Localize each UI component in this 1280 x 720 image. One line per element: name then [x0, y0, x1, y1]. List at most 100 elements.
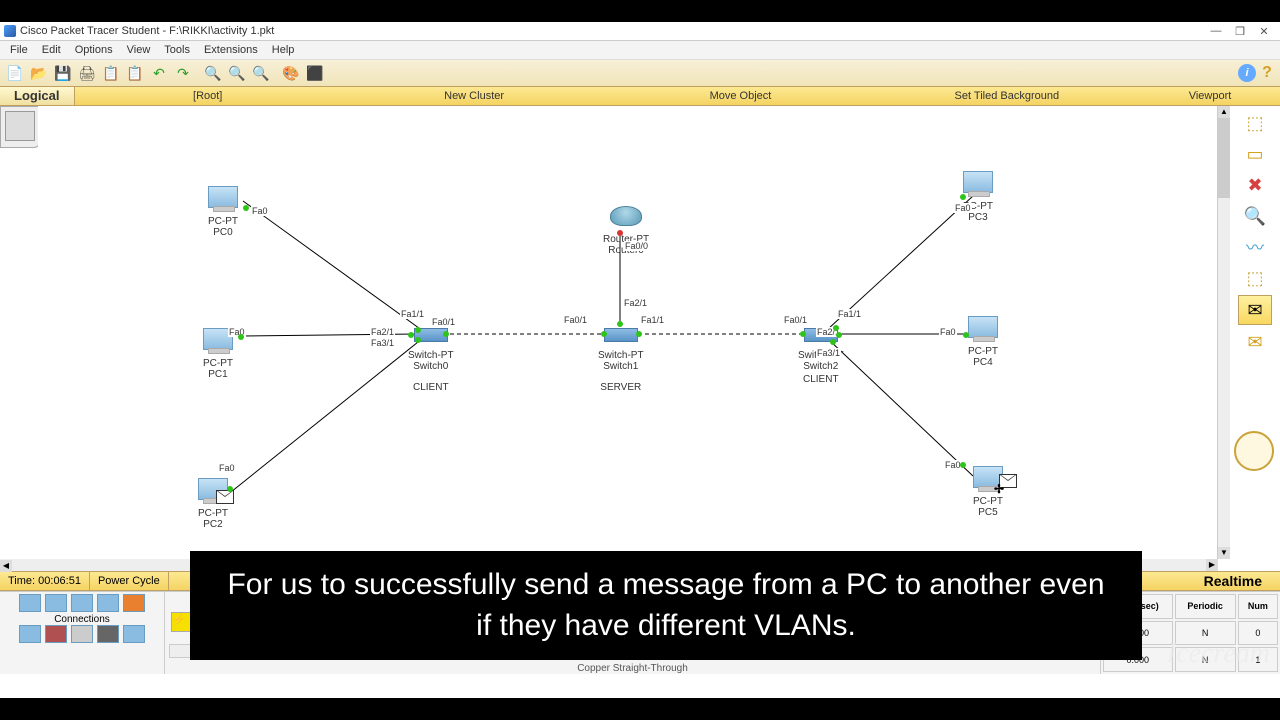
- inspect-tool-icon[interactable]: 🔍: [1239, 202, 1271, 230]
- redo-icon[interactable]: ↷: [172, 62, 194, 84]
- move-object-button[interactable]: Move Object: [607, 90, 873, 102]
- new-icon[interactable]: 📄: [4, 62, 26, 84]
- vertical-scrollbar[interactable]: ▲ ▼: [1217, 106, 1230, 559]
- print-icon[interactable]: 🖨: [76, 62, 98, 84]
- close-button[interactable]: ✕: [1252, 25, 1276, 38]
- device-palette: Connections: [0, 592, 165, 674]
- realtime-tab[interactable]: Realtime: [1186, 573, 1280, 589]
- maximize-button[interactable]: ❐: [1228, 25, 1252, 38]
- topology-canvas[interactable]: PC-PTPC0 Fa0 PC-PTPC1 Fa0 PC-PTPC2 Fa0: [38, 106, 1218, 559]
- delete-tool-icon[interactable]: ✖: [1239, 171, 1271, 199]
- menu-edit[interactable]: Edit: [36, 44, 67, 56]
- link-dot: [227, 486, 233, 492]
- zoom-reset-icon[interactable]: 🔍: [226, 62, 248, 84]
- sw2-name: Switch2: [803, 361, 838, 372]
- simple-pdu-icon[interactable]: ✉: [1238, 295, 1272, 325]
- zoom-out-icon[interactable]: 🔍: [250, 62, 272, 84]
- router-port: Fa0/0: [624, 241, 649, 251]
- menu-extensions[interactable]: Extensions: [198, 44, 264, 56]
- link-dot: [800, 331, 806, 337]
- sw0-type: Switch-PT: [408, 350, 454, 361]
- menu-help[interactable]: Help: [266, 44, 301, 56]
- viewport-button[interactable]: Viewport: [1140, 90, 1280, 102]
- power-cycle-button[interactable]: Power Cycle: [90, 572, 169, 590]
- device-pc2[interactable]: PC-PTPC2: [198, 478, 228, 530]
- pdu-col-periodic: Periodic: [1175, 594, 1236, 619]
- device-pc0[interactable]: PC-PTPC0: [208, 186, 238, 238]
- sw2-p3: Fa3/1: [816, 348, 841, 358]
- scroll-right-icon[interactable]: ▶: [1206, 559, 1218, 571]
- copy-icon[interactable]: 📋: [100, 62, 122, 84]
- device-type-icon[interactable]: [97, 594, 119, 612]
- complex-pdu-icon[interactable]: ✉: [1239, 328, 1271, 356]
- new-cluster-button[interactable]: New Cluster: [341, 90, 607, 102]
- device-type-icon[interactable]: [45, 625, 67, 643]
- scroll-down-icon[interactable]: ▼: [1218, 547, 1230, 559]
- envelope-icon: [216, 490, 234, 504]
- window-title: Cisco Packet Tracer Student - F:\RIKKI\a…: [20, 25, 1204, 37]
- device-type-icon[interactable]: [123, 594, 145, 612]
- pc5-name: PC5: [978, 507, 997, 518]
- menu-file[interactable]: File: [4, 44, 34, 56]
- logical-tab[interactable]: Logical: [0, 87, 75, 105]
- menu-options[interactable]: Options: [69, 44, 119, 56]
- pc4-type: PC-PT: [968, 346, 998, 357]
- scroll-up-icon[interactable]: ▲: [1218, 106, 1230, 118]
- device-switch1[interactable]: Switch-PTSwitch1 SERVER: [598, 328, 644, 393]
- undo-icon[interactable]: ↶: [148, 62, 170, 84]
- device-type-icon[interactable]: [71, 594, 93, 612]
- custom-icon[interactable]: ⬛: [304, 62, 326, 84]
- device-type-icon[interactable]: [97, 625, 119, 643]
- open-icon[interactable]: 📂: [28, 62, 50, 84]
- tiled-bg-button[interactable]: Set Tiled Background: [874, 90, 1140, 102]
- save-icon[interactable]: 💾: [52, 62, 74, 84]
- sw1-pl: Fa0/1: [563, 315, 588, 325]
- pc3-name: PC3: [968, 212, 987, 223]
- sw0-name: Switch0: [413, 361, 448, 372]
- select-tool-icon[interactable]: ⬚: [1239, 109, 1271, 137]
- video-caption: For us to successfully send a message fr…: [190, 551, 1142, 660]
- info-icon[interactable]: i: [1238, 64, 1256, 82]
- pc-icon: [208, 186, 238, 208]
- minimize-button[interactable]: —: [1204, 25, 1228, 37]
- realtime-clock-icon[interactable]: [1234, 431, 1274, 471]
- menu-tools[interactable]: Tools: [158, 44, 196, 56]
- sw0-p1: Fa1/1: [400, 309, 425, 319]
- switch-icon: [604, 328, 638, 342]
- sw1-type: Switch-PT: [598, 350, 644, 361]
- menu-view[interactable]: View: [121, 44, 157, 56]
- device-type-icon[interactable]: [71, 625, 93, 643]
- link-dot: [415, 337, 421, 343]
- link-dot: [601, 331, 607, 337]
- titlebar: Cisco Packet Tracer Student - F:\RIKKI\a…: [0, 22, 1280, 41]
- device-type-icon[interactable]: [123, 625, 145, 643]
- device-type-icon[interactable]: [45, 594, 67, 612]
- zoom-in-icon[interactable]: 🔍: [202, 62, 224, 84]
- sw1-name: Switch1: [603, 361, 638, 372]
- draw-tool-icon[interactable]: 〰: [1239, 233, 1271, 261]
- pc2-name: PC2: [203, 519, 222, 530]
- pc2-type: PC-PT: [198, 508, 228, 519]
- link-dot: [243, 205, 249, 211]
- help-icon[interactable]: ?: [1258, 64, 1276, 82]
- link-dot: [617, 230, 623, 236]
- note-tool-icon[interactable]: ▭: [1239, 140, 1271, 168]
- resize-tool-icon[interactable]: ⬚: [1239, 264, 1271, 292]
- device-type-icon[interactable]: [19, 625, 41, 643]
- cable-name: Copper Straight-Through: [165, 663, 1100, 674]
- pc-icon: [963, 171, 993, 193]
- nav-panel[interactable]: [0, 106, 40, 148]
- paste-icon[interactable]: 📋: [124, 62, 146, 84]
- device-pc4[interactable]: PC-PTPC4: [968, 316, 998, 368]
- device-pc3[interactable]: PC-PTPC3: [963, 171, 993, 223]
- device-type-icon[interactable]: [19, 594, 41, 612]
- link-dot: [836, 332, 842, 338]
- scroll-left-icon[interactable]: ◀: [0, 560, 12, 572]
- router-icon: [610, 206, 642, 226]
- main-toolbar: 📄 📂 💾 🖨 📋 📋 ↶ ↷ 🔍 🔍 🔍 🎨 ⬛ i ?: [0, 60, 1280, 87]
- selected-cable-icon[interactable]: ⚡: [171, 612, 191, 632]
- pc5-type: PC-PT: [973, 496, 1003, 507]
- root-button[interactable]: [Root]: [75, 90, 341, 102]
- palette-icon[interactable]: 🎨: [280, 62, 302, 84]
- scroll-thumb[interactable]: [1218, 118, 1230, 198]
